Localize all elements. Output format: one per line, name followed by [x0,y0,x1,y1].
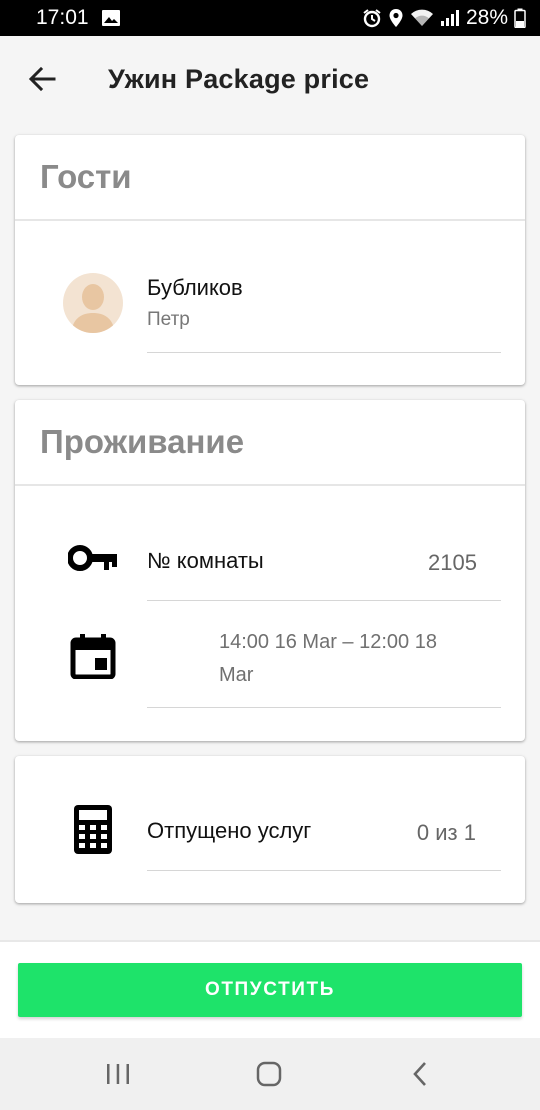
battery-percent: 28% [465,6,508,29]
stay-dates: 14:00 16 Mar – 12:00 18 Mar [219,631,437,686]
calendar-icon [70,634,116,679]
home-button[interactable] [224,1038,314,1110]
guests-header: Гости [40,158,132,195]
system-nav-bar [0,1038,540,1110]
services-divider [147,870,501,871]
guests-card-header: Гости [15,135,525,221]
status-time: 17:01 [36,6,89,29]
gallery-notification-icon [101,9,121,27]
guests-card: Гости Бубликов Петр [15,135,525,385]
guest-last-name: Бубликов [147,275,243,300]
room-label: № комнаты [147,548,264,573]
nav-back-button[interactable] [375,1038,465,1110]
key-icon [68,545,117,571]
recent-apps-icon [107,1064,129,1084]
signal-icon [440,9,460,27]
room-number: 2105 [428,550,477,575]
guest-first-name: Петр [147,309,190,330]
guest-row[interactable]: Бубликов Петр [15,223,525,385]
stay-card: Проживание № комнаты 2105 14:00 16 Mar –… [15,400,525,741]
battery-icon [514,8,526,28]
status-bar: 17:01 28% [0,0,540,36]
guest-divider [147,352,501,353]
stay-card-header: Проживание [15,400,525,486]
services-label: Отпущено услуг [147,818,312,843]
services-card: Отпущено услуг 0 из 1 [15,756,525,903]
nav-back-icon [413,1062,426,1086]
release-button[interactable]: ОТПУСТИТЬ [18,963,522,1017]
wifi-icon [410,9,434,27]
alarm-icon [362,8,382,28]
back-arrow-icon [28,66,56,92]
dates-row: 14:00 16 Mar – 12:00 18 Mar [15,603,525,741]
page-title: Ужин Package price [108,63,370,94]
recent-apps-button[interactable] [73,1038,163,1110]
status-icons: 28% [362,6,526,30]
services-value: 0 из 1 [416,820,476,845]
calculator-icon [74,805,112,854]
room-row: № комнаты 2105 [15,488,525,603]
back-button[interactable] [12,49,72,109]
dates-divider [147,707,501,708]
room-divider [147,600,501,601]
home-icon [256,1061,282,1087]
avatar-icon [63,273,123,333]
app-bar: Ужин Package price [0,36,540,122]
stay-header: Проживание [40,423,245,460]
location-icon [388,8,404,28]
